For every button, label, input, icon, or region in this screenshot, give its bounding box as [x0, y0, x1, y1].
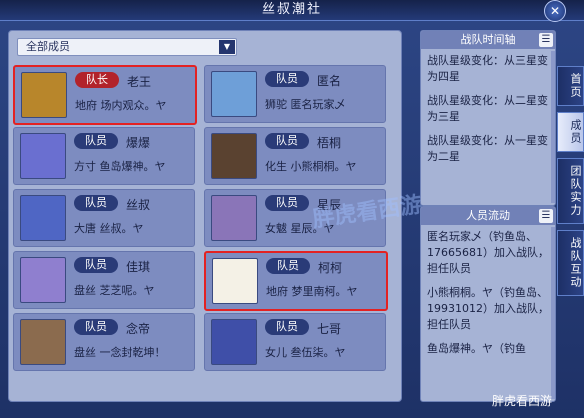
timeline-scrollbar[interactable]: [551, 51, 555, 203]
side-tab-bar: 首页 成员 团队实力 战队互动: [557, 66, 584, 302]
tab-home[interactable]: 首页: [557, 66, 584, 106]
timeline-entry: 战队星级变化：从二星变为三星: [427, 94, 548, 123]
window-title: 丝叔潮社: [261, 2, 322, 17]
member-name: 老王: [127, 75, 152, 89]
avatar: [211, 195, 257, 241]
member-card[interactable]: 队员 爆爆方寸 鱼岛爆神。ヤ: [13, 127, 195, 185]
flow-header: 人员流动 ☰: [421, 207, 555, 225]
timeline-entry: 战队星级变化：从一星变为二星: [427, 134, 548, 163]
game-window: 丝叔潮社 ✕ 全部成员 ▼ 队长 老王 地府 场内观众。ヤ 队员 匿名 狮驼 匿名玩家乄…: [0, 0, 584, 418]
role-badge: 队员: [265, 319, 309, 335]
menu-icon[interactable]: ☰: [539, 33, 553, 47]
member-name: 丝叔: [126, 198, 151, 212]
member-info: 地府 场内观众。ヤ: [75, 99, 167, 112]
member-card[interactable]: 队员 七哥女儿 叁伍柒。ヤ: [204, 313, 386, 371]
member-card[interactable]: 队员 念帝盘丝 一念封乾坤！: [13, 313, 195, 371]
tab-team-interaction[interactable]: 战队互动: [557, 230, 584, 296]
avatar: [21, 72, 67, 118]
avatar: [212, 258, 258, 304]
menu-icon[interactable]: ☰: [539, 209, 553, 223]
member-info: 女儿 叁伍柒。ヤ: [265, 346, 346, 359]
flow-entry: 匿名玩家乄（钓鱼岛、17665681）加入战队，担任队员: [427, 230, 549, 275]
flow-title: 人员流动: [466, 209, 510, 222]
avatar: [20, 319, 66, 365]
flow-scrollbar[interactable]: [551, 227, 555, 399]
member-info: 大唐 丝叔。ヤ: [74, 222, 144, 235]
member-card[interactable]: 队员 柯柯地府 梦里南柯。ヤ: [204, 251, 388, 311]
role-badge: 队员: [265, 71, 309, 87]
avatar: [20, 133, 66, 179]
member-card[interactable]: 队长 老王地府 场内观众。ヤ: [13, 65, 197, 125]
member-name: 念帝: [126, 322, 151, 336]
member-info: 狮驼 匿名玩家乄: [265, 98, 346, 111]
member-name: 匿名: [317, 74, 342, 88]
timeline-list: 战队星级变化：从三星变为四星 战队星级变化：从二星变为三星 战队星级变化：从一星…: [421, 49, 555, 177]
timeline-panel: 战队时间轴 ☰ 战队星级变化：从三星变为四星 战队星级变化：从二星变为三星 战队…: [420, 30, 556, 206]
member-name: 梧桐: [317, 136, 342, 150]
timeline-entry: 战队星级变化：从三星变为四星: [427, 54, 548, 83]
member-name: 七哥: [317, 322, 342, 336]
flow-entry: 小熊桐桐。ヤ（钓鱼岛、19931012）加入战队，担任队员: [427, 286, 549, 331]
role-badge: 队员: [265, 195, 309, 211]
member-name: 爆爆: [126, 136, 151, 150]
avatar: [211, 133, 257, 179]
source-credit: 胖虎看西游: [492, 394, 553, 408]
member-card[interactable]: 队员 丝叔大唐 丝叔。ヤ: [13, 189, 195, 247]
role-badge: 队员: [74, 195, 118, 211]
member-info: 地府 梦里南柯。ヤ: [266, 285, 358, 298]
role-badge: 队长: [75, 72, 119, 88]
member-card[interactable]: 队员 佳琪盘丝 芝芝呢。ヤ: [13, 251, 195, 309]
chevron-down-icon[interactable]: ▼: [219, 40, 235, 54]
avatar: [211, 71, 257, 117]
flow-panel: 人员流动 ☰ 匿名玩家乄（钓鱼岛、17665681）加入战队，担任队员 小熊桐桐…: [420, 206, 556, 402]
member-name: 柯柯: [318, 261, 343, 275]
role-badge: 队员: [266, 258, 310, 274]
flow-list: 匿名玩家乄（钓鱼岛、17665681）加入战队，担任队员 小熊桐桐。ヤ（钓鱼岛、…: [421, 225, 555, 369]
member-info: 化生 小熊桐桐。ヤ: [265, 160, 357, 173]
member-info: 盘丝 一念封乾坤！: [74, 346, 166, 359]
avatar: [211, 319, 257, 365]
member-info: 方寸 鱼岛爆神。ヤ: [74, 160, 166, 173]
tab-members[interactable]: 成员: [557, 112, 584, 152]
tab-team-strength[interactable]: 团队实力: [557, 158, 584, 224]
member-card[interactable]: 队员 匿名狮驼 匿名玩家乄: [204, 65, 386, 123]
flow-entry: 鱼岛爆神。ヤ（钓鱼: [427, 342, 526, 355]
avatar: [20, 195, 66, 241]
role-badge: 队员: [74, 319, 118, 335]
role-badge: 队员: [74, 257, 118, 273]
role-badge: 队员: [265, 133, 309, 149]
timeline-title: 战队时间轴: [460, 33, 516, 46]
member-card[interactable]: 队员 梧桐化生 小熊桐桐。ヤ: [204, 127, 386, 185]
filter-label: 全部成员: [26, 40, 70, 53]
member-info: 盘丝 芝芝呢。ヤ: [74, 284, 155, 297]
close-button[interactable]: ✕: [544, 0, 566, 22]
member-filter-select[interactable]: 全部成员 ▼: [17, 38, 237, 56]
member-name: 佳琪: [126, 260, 151, 274]
role-badge: 队员: [74, 133, 118, 149]
title-bar: 丝叔潮社 ✕: [0, 0, 584, 22]
avatar: [20, 257, 66, 303]
timeline-header: 战队时间轴 ☰: [421, 31, 555, 49]
